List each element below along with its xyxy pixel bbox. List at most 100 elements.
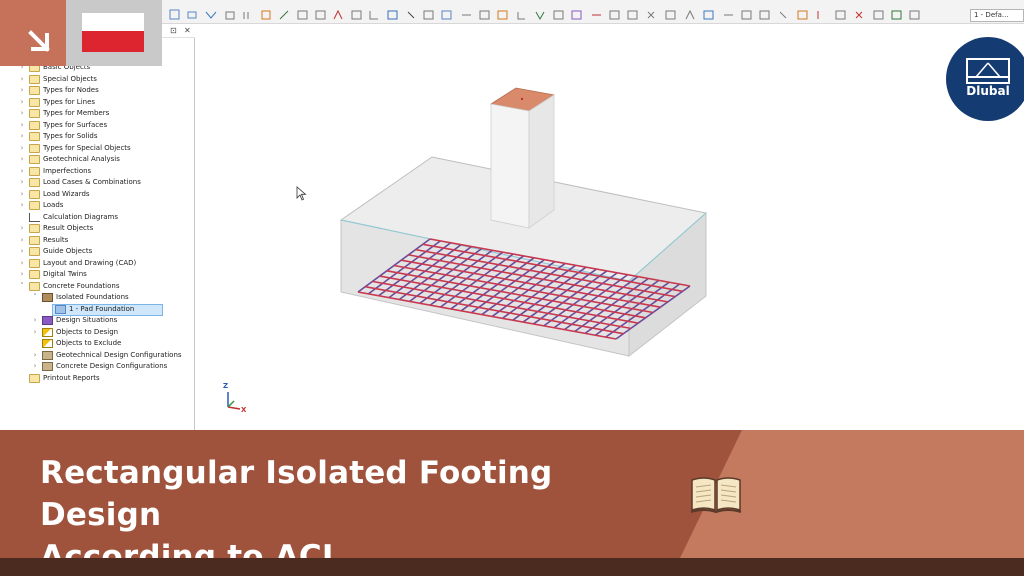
wireframe-icon: [571, 10, 582, 20]
tree-item[interactable]: › Types for Surfaces: [18, 120, 188, 131]
tree-item-label: Types for Lines: [43, 97, 96, 106]
chevron-right-icon[interactable]: ›: [18, 269, 26, 280]
chevron-right-icon[interactable]: ›: [18, 177, 26, 188]
toolbar-icons: [169, 9, 920, 21]
chevron-right-icon[interactable]: ›: [18, 108, 26, 119]
tree-item[interactable]: Printout Reports: [18, 373, 188, 384]
tree-item[interactable]: › Special Objects: [18, 74, 188, 85]
footer-bar: [0, 558, 1024, 576]
folder-icon: [29, 247, 40, 256]
tree-item[interactable]: 1 - Pad Foundation: [44, 304, 188, 315]
tree-item[interactable]: › Geotechnical Analysis: [18, 154, 188, 165]
poland-flag-icon: [82, 13, 144, 31]
view-selector[interactable]: 1 - Defa...: [970, 9, 1024, 22]
tree-item[interactable]: Objects to Exclude: [31, 338, 188, 349]
chevron-right-icon[interactable]: ›: [18, 189, 26, 200]
tree-item-label: Isolated Foundations: [56, 293, 129, 301]
chevron-right-icon[interactable]: ›: [18, 154, 26, 165]
chevron-right-icon[interactable]: ›: [18, 223, 26, 234]
tree-item-label: Loads: [43, 201, 64, 209]
chevron-right-icon[interactable]: ›: [18, 74, 26, 85]
chevron-right-icon[interactable]: ›: [18, 258, 26, 269]
tree-item[interactable]: › Types for Solids: [18, 131, 188, 142]
tree-item-label: Objects to Design: [56, 327, 119, 336]
chevron-down-icon[interactable]: ˅: [18, 281, 26, 292]
tree-item[interactable]: › Design Situations: [31, 315, 188, 326]
visibility-icon: [627, 10, 638, 20]
chevron-right-icon[interactable]: ›: [18, 235, 26, 246]
tree-item-label: Guide Objects: [43, 247, 93, 255]
tree-item[interactable]: Calculation Diagrams: [18, 212, 188, 223]
tree-item-label: Types for Nodes: [43, 86, 99, 94]
chevron-right-icon[interactable]: ›: [18, 131, 26, 142]
chevron-right-icon[interactable]: ›: [18, 143, 26, 154]
pin-icon[interactable]: ⊡: [170, 26, 177, 35]
chevron-right-icon[interactable]: ›: [18, 97, 26, 108]
settings-icon: [835, 10, 846, 20]
line-icon: [279, 10, 289, 20]
folder-icon: [29, 109, 40, 118]
tree-item-label: Digital Twins: [43, 270, 87, 278]
tree-item[interactable]: › Types for Members: [18, 108, 188, 119]
chevron-right-icon[interactable]: ›: [18, 166, 26, 177]
folder-icon: [29, 178, 40, 187]
tree-item[interactable]: › Imperfections: [18, 166, 188, 177]
video-badge: [0, 0, 66, 66]
model-viewport[interactable]: Z X: [196, 24, 1024, 430]
chevron-right-icon[interactable]: ›: [18, 85, 26, 96]
support-icon: [387, 10, 398, 20]
tree-item[interactable]: › Concrete Design Configurations: [31, 361, 188, 372]
chevron-right-icon[interactable]: ›: [31, 350, 39, 361]
lock-icon: [909, 10, 920, 20]
tree-item[interactable]: › Objects to Design: [31, 327, 188, 338]
tree-item[interactable]: › Layout and Drawing (CAD): [18, 258, 188, 269]
tree-item[interactable]: › Loads: [18, 200, 188, 211]
tree-item-label: Types for Solids: [43, 132, 98, 140]
tree-item[interactable]: › Geotechnical Design Configurations: [31, 350, 188, 361]
rotate-icon: [759, 10, 770, 20]
chevron-right-icon[interactable]: ›: [31, 327, 39, 338]
chevron-right-icon[interactable]: ›: [31, 315, 39, 326]
book-icon: [690, 477, 742, 514]
folder-icon: [29, 74, 40, 84]
chevron-down-icon[interactable]: ˅: [31, 292, 39, 303]
folder-icon: [29, 155, 40, 164]
chevron-right-icon[interactable]: ›: [18, 246, 26, 257]
tree-item[interactable]: › Guide Objects: [18, 246, 188, 257]
app-window: 1 - Defa... ⊡ ✕ › Basic Objects › Special O…: [0, 0, 1024, 576]
tree-item[interactable]: ˅ Isolated Foundations: [31, 292, 188, 303]
tree-item[interactable]: ˅ Concrete Foundations: [18, 281, 188, 292]
tree-item[interactable]: › Load Wizards: [18, 189, 188, 200]
tree-item[interactable]: › Load Cases & Combinations: [18, 177, 188, 188]
grid-icon: [243, 12, 249, 19]
tree-item[interactable]: › Types for Nodes: [18, 85, 188, 96]
exclude-object-icon: [42, 339, 53, 348]
axis-x-label: X: [241, 406, 247, 414]
zoom-icon: [205, 11, 217, 19]
tree-item[interactable]: › Results: [18, 235, 188, 246]
folder-icon: [29, 86, 40, 95]
close-icon[interactable]: ✕: [184, 26, 191, 35]
tree-item-label: Geotechnical Design Configurations: [56, 350, 182, 359]
tree-item-label: Layout and Drawing (CAD): [43, 258, 137, 267]
folder-icon: [29, 224, 40, 233]
axis-icon: [517, 12, 525, 20]
tree-item[interactable]: › Digital Twins: [18, 269, 188, 280]
result-icon: [441, 10, 452, 20]
folder-icon: [29, 235, 40, 245]
print-icon: [703, 10, 714, 20]
check-icon: [891, 10, 902, 20]
solid-icon: [333, 9, 343, 20]
logo-text: Dlubal: [966, 84, 1010, 98]
chevron-right-icon[interactable]: ›: [31, 361, 39, 372]
tree-item[interactable]: › Types for Lines: [18, 97, 188, 108]
tree-item-label: Load Cases & Combinations: [43, 178, 141, 186]
tree-item[interactable]: › Types for Special Objects: [18, 143, 188, 154]
chevron-right-icon[interactable]: ›: [18, 120, 26, 131]
tree-item[interactable]: › Result Objects: [18, 223, 188, 234]
table-icon: [479, 10, 490, 20]
column-side-face: [528, 94, 555, 229]
tree-item-label: Result Objects: [43, 224, 94, 232]
pan-icon: [187, 11, 197, 19]
chevron-right-icon[interactable]: ›: [18, 200, 26, 211]
